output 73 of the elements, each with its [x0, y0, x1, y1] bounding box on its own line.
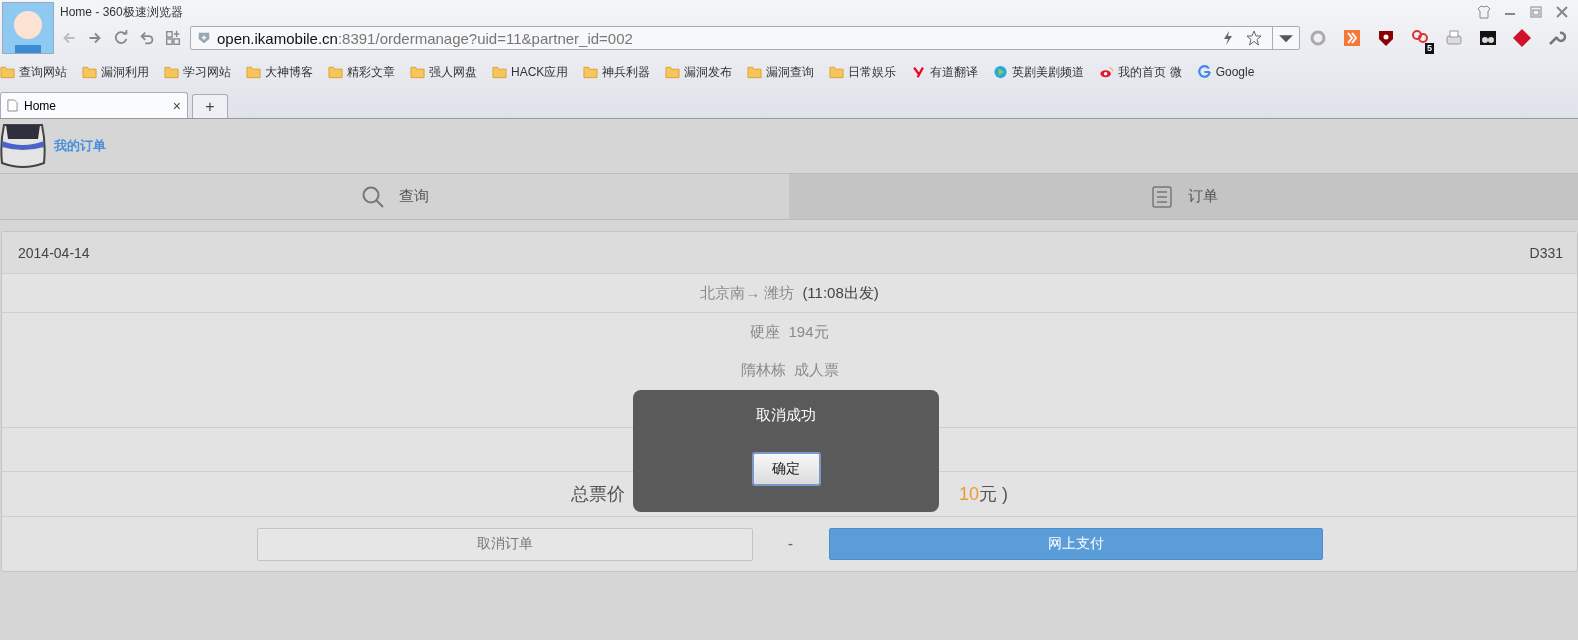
maximize-icon[interactable]	[1528, 4, 1544, 20]
shirt-icon[interactable]	[1476, 4, 1492, 20]
address-bar[interactable]: open.ikamobile.cn:8391/ordermanage?uid=11&partner_id=002	[190, 26, 1300, 50]
insurance-price-text: 10元 )	[959, 483, 1008, 506]
bookmark-item[interactable]: 英剧美剧频道	[993, 63, 1085, 81]
star-icon[interactable]	[1246, 30, 1262, 46]
list-icon	[1149, 184, 1174, 209]
printer-icon[interactable]	[1444, 28, 1464, 48]
folder-icon	[583, 65, 599, 79]
bookmark-item[interactable]: 我的首页 微	[1099, 63, 1182, 81]
avatar-icon[interactable]	[2, 2, 54, 54]
chevrons-icon[interactable]	[1342, 28, 1362, 48]
passenger-name: 隋林栋	[740, 360, 786, 380]
folder-icon	[410, 65, 425, 79]
ticket-type: 成人票	[793, 360, 839, 380]
folder-icon	[0, 65, 15, 79]
undo-icon[interactable]	[138, 29, 156, 47]
route-text: 北京南→ 潍坊	[700, 283, 795, 303]
glasses-icon[interactable]	[1478, 28, 1498, 48]
nav-tab[interactable]: 订单	[789, 174, 1578, 219]
folder-icon	[164, 65, 179, 79]
eye-logo-icon	[1099, 65, 1115, 79]
order-date: 2014-04-14	[18, 244, 90, 261]
seat-type: 硬座	[750, 322, 781, 342]
bookmark-item[interactable]: 强人网盘	[410, 63, 477, 81]
bookmark-item[interactable]: 有道翻译	[911, 63, 979, 81]
folder-icon	[82, 65, 97, 79]
y-logo-icon	[911, 65, 927, 79]
shield-icon	[197, 31, 211, 45]
bookmark-item[interactable]: 大神博客	[246, 63, 313, 81]
bookmark-item[interactable]: 精彩文章	[328, 63, 395, 81]
train-number: D331	[1529, 244, 1563, 261]
bookmark-item[interactable]: 查询网站	[0, 63, 67, 81]
search-icon	[360, 184, 385, 209]
bookmark-item[interactable]: 漏洞发布	[665, 63, 733, 81]
departure-time: (11:08出发)	[802, 283, 879, 303]
seat-price: 194元	[788, 322, 829, 342]
folder-icon	[829, 65, 845, 79]
new-tab-button[interactable]: +	[192, 94, 228, 118]
page-title: 我的订单	[54, 137, 106, 155]
browser-tab[interactable]: Home ×	[0, 92, 188, 118]
separator-text: -	[786, 535, 795, 553]
bookmark-item[interactable]: 漏洞利用	[82, 63, 149, 81]
folder-icon	[328, 65, 343, 79]
bookmark-item[interactable]: 日常娱乐	[829, 63, 897, 81]
dialog-message: 取消成功	[756, 406, 816, 425]
reload-icon[interactable]	[112, 29, 130, 47]
shield-badge-icon[interactable]	[1376, 28, 1396, 48]
total-price-label: 总票价	[571, 483, 625, 506]
url-text: open.ikamobile.cn:8391/ordermanage?uid=11&partner_id=002	[217, 29, 634, 47]
bookmark-item[interactable]: 学习网站	[164, 63, 231, 81]
bookmark-item[interactable]: HACK应用	[492, 63, 569, 81]
folder-icon	[747, 65, 763, 79]
grid-icon[interactable]	[164, 29, 182, 47]
tab-close[interactable]: ×	[172, 97, 181, 114]
bookmark-item[interactable]: Google	[1196, 65, 1255, 79]
diamond-icon[interactable]	[1512, 28, 1532, 48]
ring-icon[interactable]	[1308, 28, 1328, 48]
page-icon	[7, 99, 18, 112]
folder-icon	[246, 65, 261, 79]
play-icon	[993, 65, 1009, 79]
g-logo-icon	[1196, 65, 1212, 79]
folder-icon	[665, 65, 681, 79]
window-title: Home - 360极速浏览器	[60, 3, 183, 21]
bookmark-item[interactable]: 神兵利器	[583, 63, 651, 81]
cancel-order-button[interactable]: 取消订单	[256, 527, 753, 561]
ok-button[interactable]: 确定	[751, 452, 821, 486]
folder-icon	[492, 65, 507, 79]
train-logo-icon	[0, 123, 46, 169]
close-icon[interactable]	[1554, 4, 1570, 20]
bookmark-item[interactable]: 漏洞查询	[747, 63, 815, 81]
tab-title: Home	[24, 98, 57, 113]
extension-badge: 5	[1425, 43, 1434, 54]
